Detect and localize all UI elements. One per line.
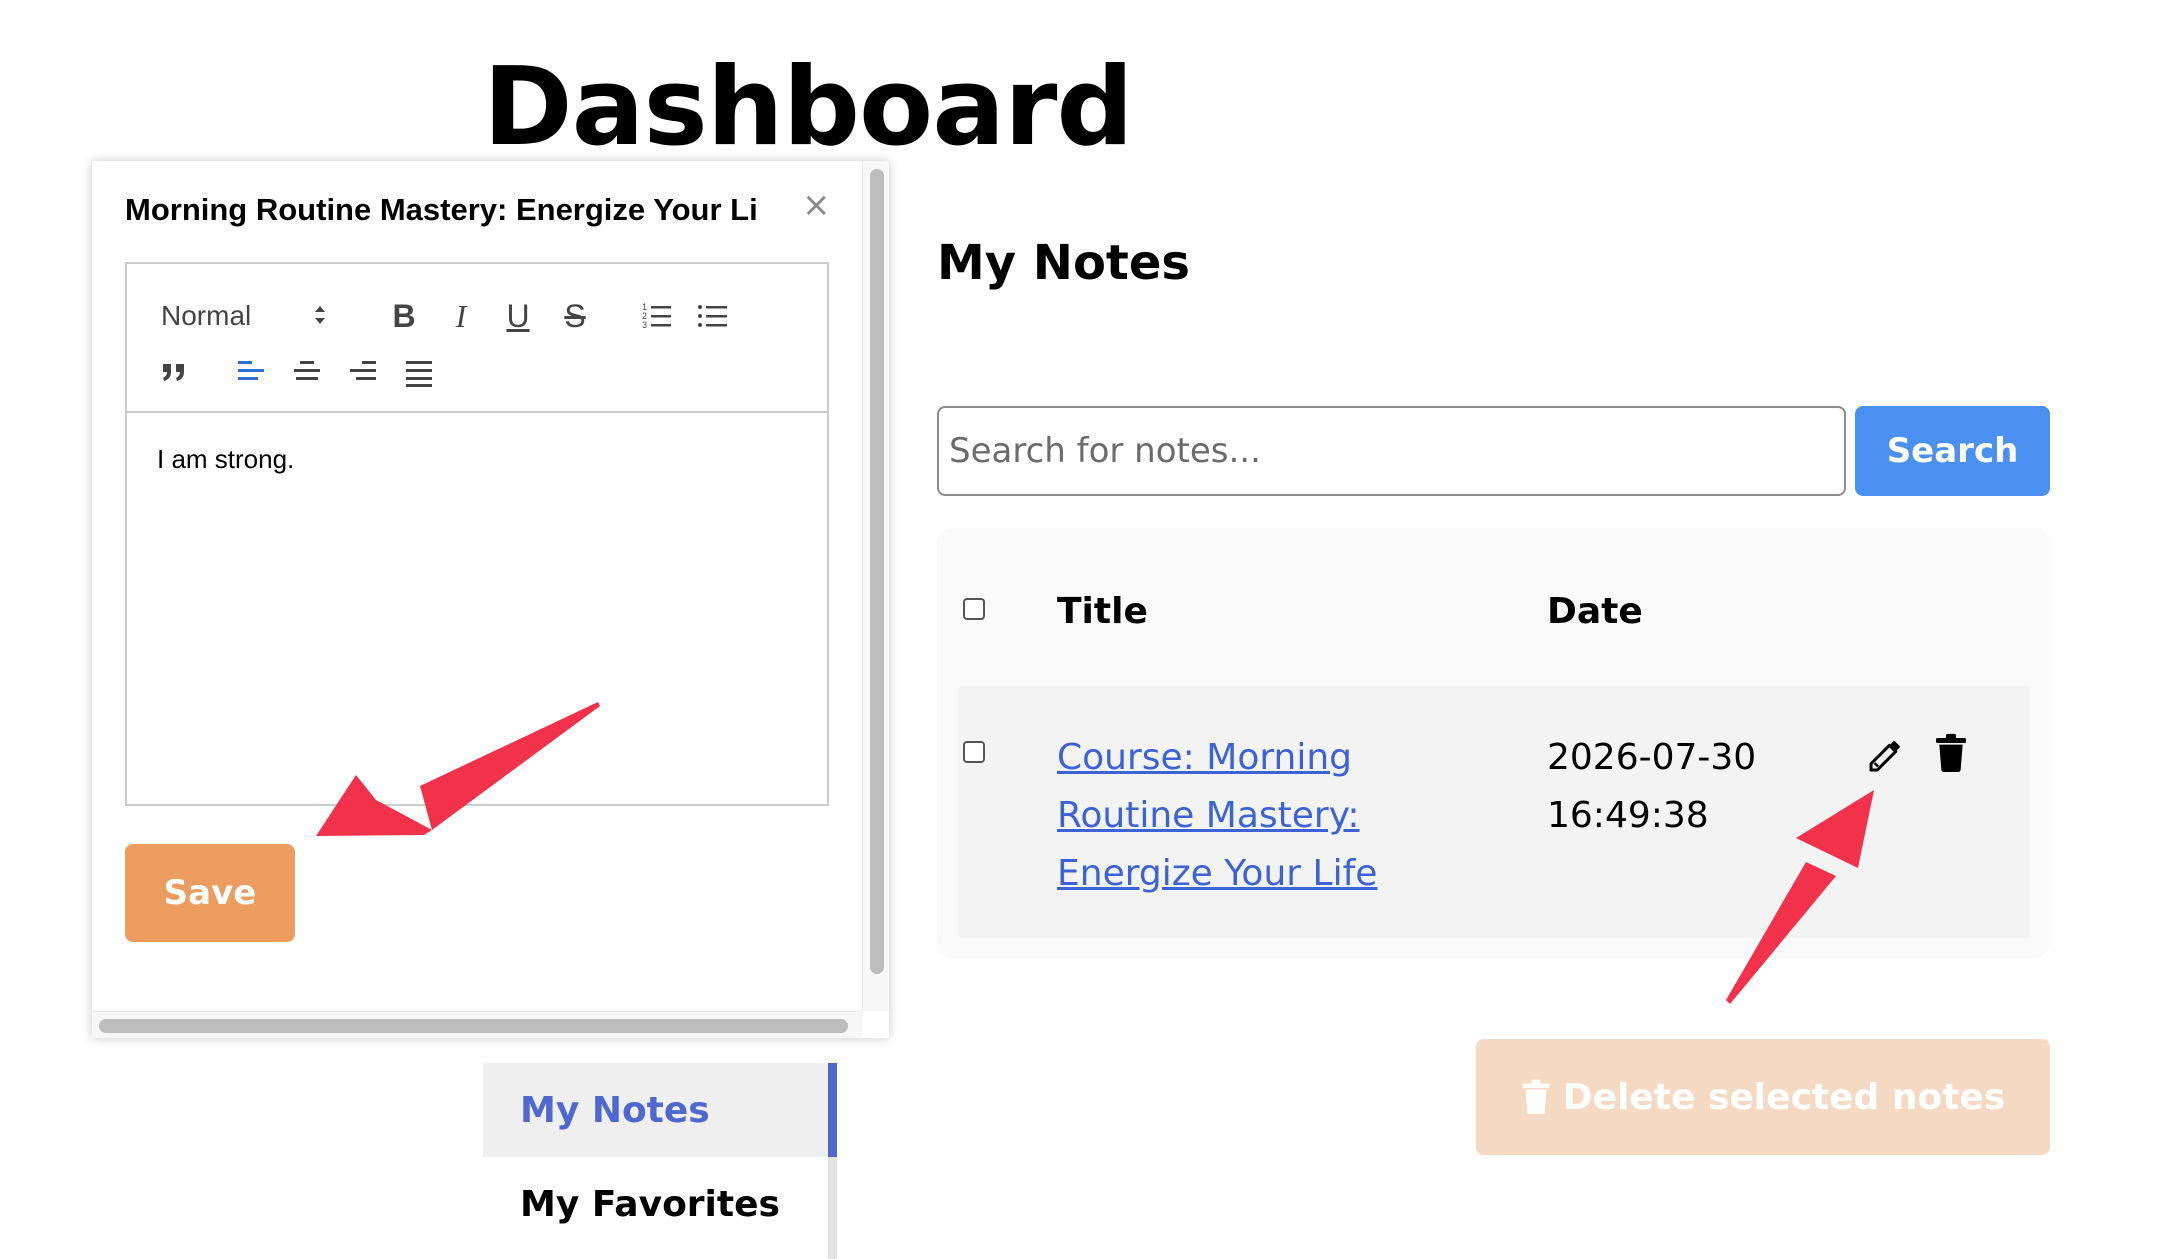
modal-title: Morning Routine Mastery: Energize Your L… bbox=[125, 192, 758, 227]
format-select[interactable]: Normal bbox=[161, 296, 361, 336]
sidebar-item-my-favorites[interactable]: My Favorites bbox=[483, 1157, 828, 1251]
vertical-scrollbar-thumb[interactable] bbox=[870, 169, 884, 974]
note-title-link[interactable]: Course: Morning Routine Mastery: Energiz… bbox=[1057, 729, 1387, 903]
align-left-icon[interactable] bbox=[231, 352, 271, 392]
strikethrough-button[interactable]: S bbox=[555, 296, 595, 336]
editor-toolbar: Normal B I U S 1 2 3 bbox=[127, 264, 827, 413]
save-button[interactable]: Save bbox=[125, 844, 295, 942]
sidebar-nav: My Notes My Favorites bbox=[483, 1063, 837, 1259]
section-title: My Notes bbox=[937, 235, 1190, 291]
note-date: 2026-07-30 16:49:38 bbox=[1547, 737, 1757, 836]
bullet-list-icon[interactable] bbox=[693, 296, 733, 336]
pencil-icon[interactable] bbox=[1864, 733, 1908, 777]
svg-text:3: 3 bbox=[642, 320, 647, 330]
page-title: Dashboard bbox=[483, 45, 1134, 170]
delete-selected-label: Delete selected notes bbox=[1562, 1076, 2006, 1118]
trash-icon[interactable] bbox=[1929, 731, 1973, 775]
edit-note-modal: Morning Routine Mastery: Energize Your L… bbox=[92, 161, 889, 1038]
blockquote-icon[interactable] bbox=[155, 352, 195, 392]
delete-selected-button[interactable]: Delete selected notes bbox=[1476, 1039, 2050, 1155]
sidebar-item-my-notes[interactable]: My Notes bbox=[483, 1063, 837, 1157]
column-header-title: Title bbox=[1057, 591, 1148, 632]
rich-text-editor: Normal B I U S 1 2 3 I am strong. bbox=[125, 262, 829, 806]
search-button[interactable]: Search bbox=[1855, 406, 2050, 496]
search-input[interactable] bbox=[937, 406, 1846, 496]
horizontal-scrollbar-thumb[interactable] bbox=[99, 1019, 848, 1033]
horizontal-scrollbar[interactable] bbox=[92, 1011, 862, 1038]
align-justify-icon[interactable] bbox=[399, 352, 439, 392]
format-select-value: Normal bbox=[161, 300, 252, 331]
underline-button[interactable]: U bbox=[498, 296, 538, 336]
align-right-icon[interactable] bbox=[343, 352, 383, 392]
editor-content[interactable]: I am strong. bbox=[127, 413, 827, 804]
close-icon[interactable]: × bbox=[802, 185, 831, 225]
italic-button[interactable]: I bbox=[441, 296, 481, 336]
select-arrows-icon bbox=[315, 306, 325, 324]
row-checkbox[interactable] bbox=[963, 741, 985, 763]
bold-button[interactable]: B bbox=[384, 296, 424, 336]
column-header-date: Date bbox=[1547, 591, 1643, 632]
vertical-scrollbar[interactable] bbox=[862, 161, 889, 1011]
ordered-list-icon[interactable]: 1 2 3 bbox=[637, 296, 677, 336]
trash-icon bbox=[1522, 1079, 1550, 1115]
align-center-icon[interactable] bbox=[287, 352, 327, 392]
select-all-checkbox[interactable] bbox=[963, 598, 985, 620]
